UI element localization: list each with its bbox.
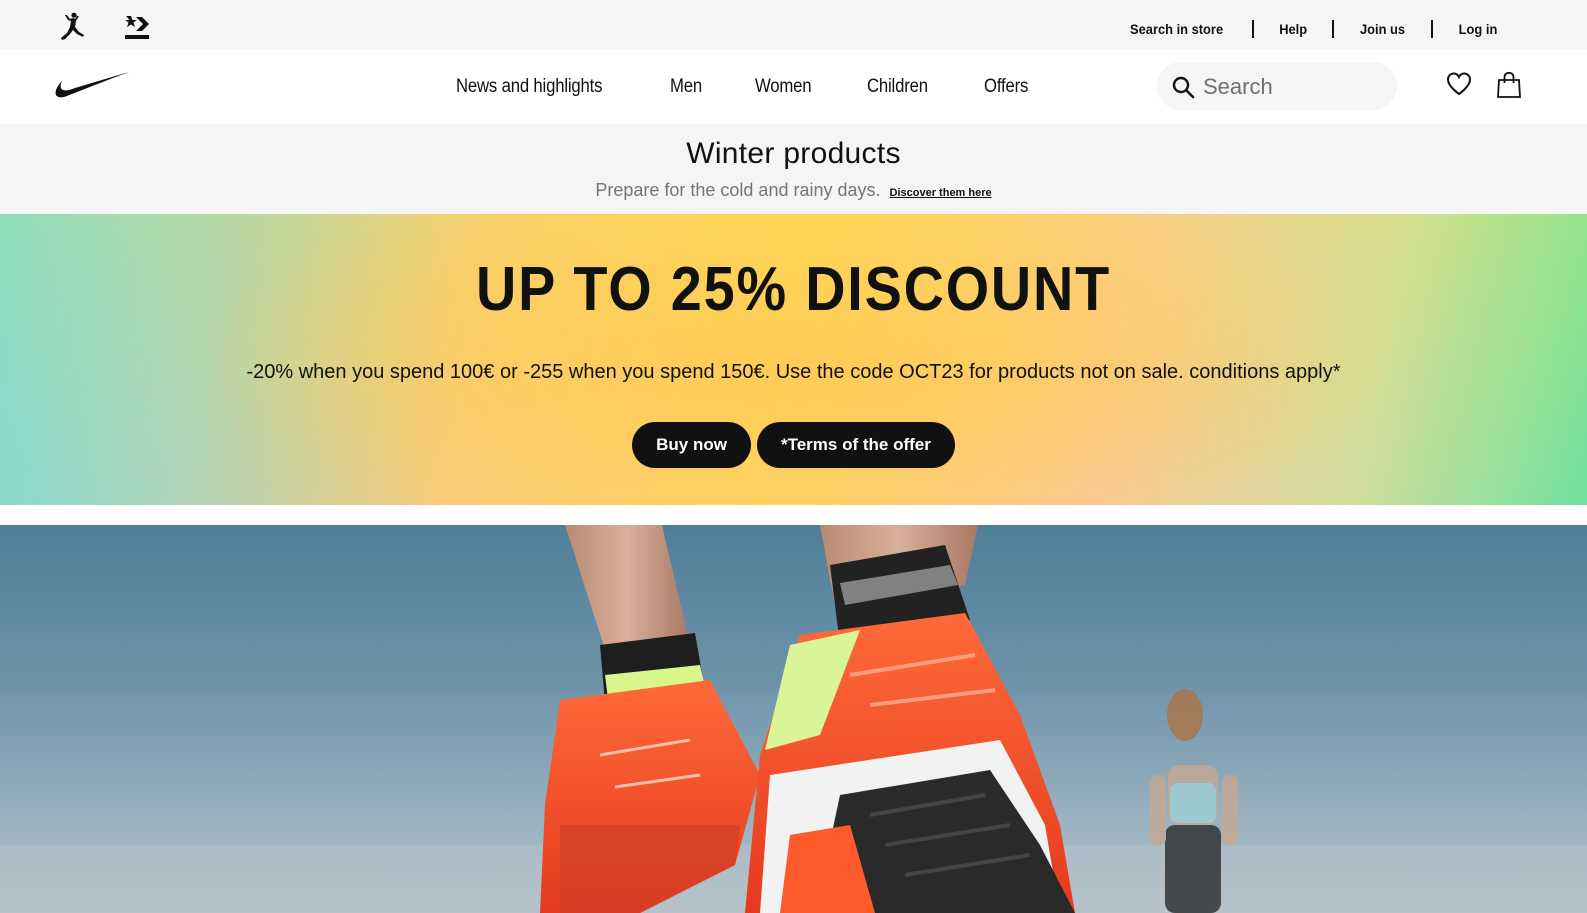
promo-strip: Winter products Prepare for the cold and… (0, 124, 1587, 214)
discount-headline: UP TO 25% DISCOUNT (476, 255, 1111, 324)
divider (1431, 20, 1433, 38)
search-input[interactable] (1201, 70, 1385, 104)
promo-text: Prepare for the cold and rainy days. (595, 180, 881, 200)
help-link[interactable]: Help (1279, 21, 1307, 37)
divider (1331, 20, 1334, 38)
buy-now-button[interactable]: Buy now (632, 422, 751, 468)
search-icon[interactable] (1171, 75, 1195, 104)
bag-icon[interactable] (1496, 71, 1522, 104)
nike-logo-icon[interactable] (55, 71, 131, 104)
nav-item-men[interactable]: Men (670, 76, 702, 98)
nav-item-children[interactable]: Children (867, 76, 928, 98)
offer-text: -20% when you spend 100€ or -255 when yo… (246, 361, 1341, 383)
nav-item-offers[interactable]: Offers (984, 76, 1028, 98)
banner-buttons: Buy now *Terms of the offer (0, 422, 1587, 468)
running-shoes-photo (0, 525, 1587, 913)
jordan-logo-icon[interactable] (57, 12, 89, 47)
promo-title: Winter products (686, 137, 901, 170)
discover-them-here-link[interactable]: Discover them here (890, 187, 992, 199)
join-us-link[interactable]: Join us (1360, 21, 1405, 37)
converse-logo-icon[interactable] (122, 12, 154, 47)
heart-icon[interactable] (1446, 71, 1472, 102)
nav-item-women[interactable]: Women (755, 76, 812, 98)
terms-of-offer-button[interactable]: *Terms of the offer (756, 422, 955, 468)
primary-navigation: News and highlights Men Women Children O… (456, 50, 1082, 124)
search-in-store-link[interactable]: Search in store (1131, 21, 1224, 37)
discount-banner: UP TO 25% DISCOUNT -20% when you spend 1… (0, 214, 1587, 505)
hero-image[interactable] (0, 525, 1587, 913)
search-box[interactable] (1157, 62, 1397, 110)
divider (1251, 20, 1254, 38)
promo-line: Prepare for the cold and rainy days. Dis… (0, 180, 1587, 201)
main-nav: News and highlights Men Women Children O… (0, 50, 1587, 124)
utility-bar: Search in store Help Join us Log in (0, 0, 1587, 50)
log-in-link[interactable]: Log in (1459, 21, 1498, 37)
nav-item-news-and-highlights[interactable]: News and highlights (456, 76, 602, 98)
